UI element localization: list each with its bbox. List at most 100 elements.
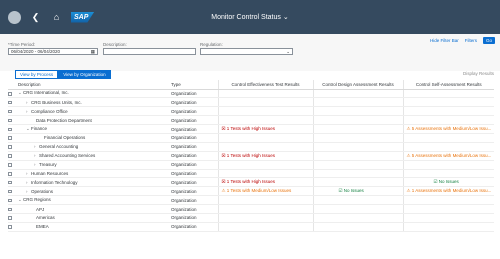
regulation-select[interactable]: ⌄ — [200, 48, 293, 55]
row-checkbox[interactable] — [8, 136, 12, 140]
table-row[interactable]: › Operations Organization ⚠ 1 Tests with Me… — [8, 186, 494, 197]
status-link[interactable]: ⚠ 1 Assessments with Medium/Low Issu... — [407, 188, 492, 193]
row-checkbox[interactable] — [8, 163, 12, 167]
status-link[interactable]: ☒ 1 Tests with High Issues — [222, 153, 276, 158]
status-text: 1 Tests with High Issues — [226, 126, 275, 131]
empty-cell — [217, 169, 313, 179]
empty-cell — [217, 106, 313, 117]
empty-cell — [402, 89, 494, 99]
table-row[interactable]: › Human Resources Organization — [8, 169, 494, 179]
column-header-design[interactable]: Control Design Assessment Results — [312, 80, 403, 90]
row-type: Organization — [171, 115, 218, 126]
table-row[interactable]: › Shared Accounting Services Organization ☒… — [8, 151, 494, 161]
row-description: APJ — [36, 206, 45, 212]
row-description: Compliance Office — [31, 108, 68, 114]
row-checkbox[interactable] — [8, 145, 12, 149]
row-checkbox[interactable] — [8, 109, 12, 114]
row-type: Organization — [171, 213, 218, 223]
chevron-down-icon: ⌄ — [286, 48, 290, 54]
column-header-type[interactable]: Type — [171, 80, 218, 90]
empty-cell — [312, 222, 403, 232]
empty-cell — [402, 160, 494, 170]
view-by-process-button[interactable]: View by Process — [15, 70, 59, 79]
empty-cell — [217, 222, 313, 232]
go-button[interactable]: Go — [482, 37, 495, 44]
row-description: Financial Operations — [44, 135, 86, 141]
empty-cell — [402, 169, 494, 179]
table-row[interactable]: › Information Technology Organization ☒ 1 T… — [8, 177, 494, 188]
table-row[interactable]: ⌄Finance Organization ☒ 1 Tests with High … — [8, 124, 494, 134]
view-toggle: View by Process View by Organization — [15, 70, 111, 79]
row-description: Finance — [31, 126, 48, 131]
status-link[interactable]: ☑ No Issues — [434, 179, 459, 184]
row-checkbox[interactable] — [8, 154, 12, 158]
row-checkbox[interactable] — [8, 216, 12, 220]
empty-cell — [312, 124, 403, 134]
filter-bar: Hide Filter Bar Filters Go *Time Period:… — [0, 34, 500, 71]
status-link[interactable]: ⚠ 5 Assessments with Medium/Low Issu... — [407, 126, 492, 131]
row-type: Organization — [171, 133, 218, 143]
empty-cell — [312, 133, 403, 143]
home-icon[interactable]: ⌂ — [50, 12, 63, 22]
table-row[interactable]: EMEA Organization — [8, 222, 494, 232]
empty-cell — [217, 160, 313, 170]
back-icon[interactable]: ❮ — [29, 12, 42, 23]
table-row[interactable]: › Compliance Office Organization — [8, 106, 494, 117]
row-checkbox[interactable] — [8, 118, 12, 123]
table-row[interactable]: Americas Organization — [8, 213, 494, 223]
time-period-input[interactable]: 06/04/2020 - 06/04/2020 ▦ — [8, 48, 98, 55]
table-row[interactable]: › CRG Business Units, Inc. Organization — [8, 97, 494, 108]
table-row[interactable]: Financial Operations Organization — [8, 133, 494, 143]
row-checkbox[interactable] — [8, 100, 12, 105]
empty-cell — [217, 195, 313, 206]
status-link[interactable]: ⚠ 5 Assessments with Medium/Low Issu... — [407, 153, 492, 158]
status-text: 5 Assessments with Medium/Low Issu... — [411, 126, 492, 131]
row-checkbox[interactable] — [8, 225, 12, 229]
sap-logo[interactable]: SAP — [71, 11, 95, 23]
status-link[interactable]: ☒ 1 Tests with High Issues — [222, 179, 276, 184]
page-title[interactable]: Monitor Control Status ⌄ — [211, 13, 288, 21]
table-row[interactable]: ⌄CRG International, Inc. Organization — [8, 89, 494, 99]
table-row[interactable]: Data Protection Department Organization — [8, 115, 494, 126]
empty-cell — [402, 133, 494, 143]
row-type: Organization — [171, 151, 218, 161]
status-link[interactable]: ☒ 1 Tests with High Issues — [222, 126, 276, 131]
row-type: Organization — [171, 106, 218, 117]
empty-cell — [217, 97, 313, 108]
table-row[interactable]: APJ Organization — [8, 204, 494, 214]
empty-cell — [312, 169, 403, 179]
row-checkbox[interactable] — [8, 127, 12, 132]
row-checkbox[interactable] — [8, 180, 12, 185]
row-type: Organization — [171, 169, 218, 179]
description-input[interactable] — [103, 48, 196, 55]
avatar[interactable] — [8, 10, 21, 24]
row-type: Organization — [171, 124, 218, 134]
calendar-icon[interactable]: ▦ — [91, 49, 95, 55]
display-results-button[interactable]: Display Results — [463, 71, 494, 76]
status-link[interactable]: ⚠ 1 Tests with Medium/Low Issues — [222, 188, 292, 193]
filters-button[interactable]: Filters — [465, 38, 477, 43]
chevron-down-icon: ⌄ — [282, 14, 289, 21]
row-checkbox[interactable] — [8, 189, 12, 194]
status-text: 1 Tests with Medium/Low Issues — [226, 188, 292, 194]
view-by-organization-button[interactable]: View by Organization — [58, 70, 111, 79]
empty-cell — [312, 97, 403, 108]
empty-cell — [217, 213, 313, 223]
results-table: Description Type Control Effectiveness T… — [8, 80, 494, 232]
table-row[interactable]: › General Accounting Organization — [8, 142, 494, 152]
hide-filter-bar-button[interactable]: Hide Filter Bar — [430, 38, 459, 43]
row-checkbox[interactable] — [8, 92, 12, 96]
row-type: Organization — [171, 204, 218, 214]
regulation-filter: Regulation: ⌄ — [200, 42, 293, 55]
table-row[interactable]: ⌄CRG Regions Organization — [8, 195, 494, 206]
column-header-effectiveness[interactable]: Control Effectiveness Test Results — [217, 80, 313, 90]
column-header-self-assessment[interactable]: Control Self-Assessment Results — [402, 80, 494, 90]
status-link[interactable]: ☑ No Issues — [339, 188, 364, 193]
column-header-description[interactable]: Description — [18, 80, 171, 90]
row-checkbox[interactable] — [8, 207, 12, 212]
row-description: Americas — [36, 215, 55, 221]
row-checkbox[interactable] — [8, 198, 12, 203]
row-checkbox[interactable] — [8, 172, 12, 176]
time-period-filter: *Time Period: 06/04/2020 - 06/04/2020 ▦ — [8, 42, 98, 55]
table-row[interactable]: › Treasury Organization — [8, 160, 494, 170]
